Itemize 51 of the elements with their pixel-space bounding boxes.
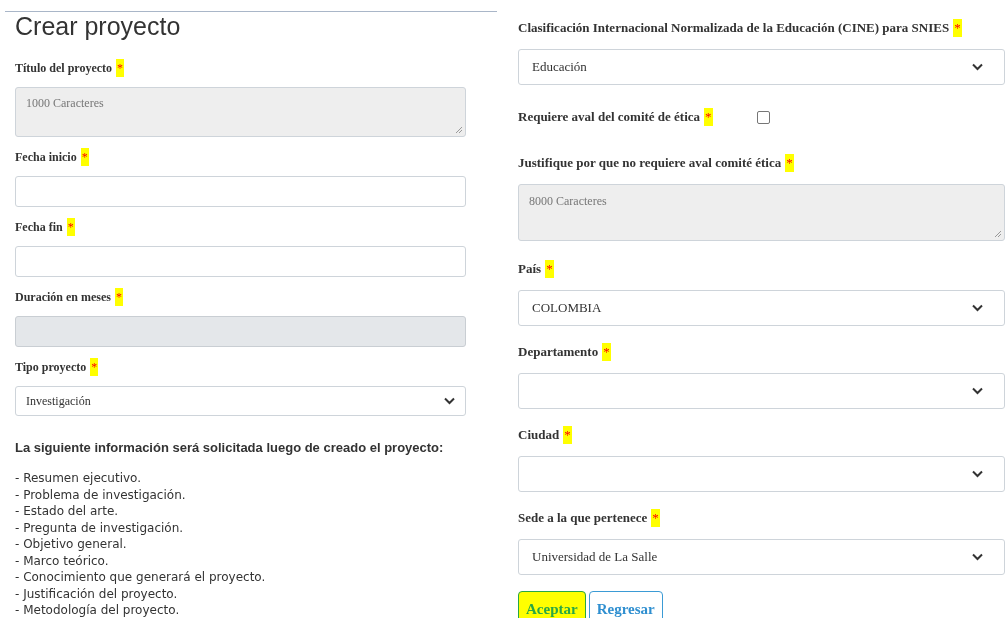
info-heading: La siguiente información será solicitada luego de creado el proyecto: [15,440,444,456]
field-label: Requiere aval del comité de ética [518,109,701,125]
select-dropdown[interactable]: Educación [518,49,1005,85]
chevron-down-icon [972,304,983,312]
chevron-down-icon [972,63,983,71]
required-asterisk: * [115,288,123,306]
field-label: Clasificación Internacional Normalizada de la Educación (CINE) para SNIES [518,20,950,36]
field-label: Fecha inicio [15,149,77,165]
info-list-item: - Problema de investigación. [15,486,187,503]
field-label: Fecha fin [15,219,63,235]
field-label: Título del proyecto [15,60,113,76]
select-dropdown[interactable]: Universidad de La Salle [518,539,1005,575]
info-list-item: - Pregunta de investigación. [15,519,185,536]
required-asterisk: * [602,343,611,361]
required-asterisk: * [563,426,572,444]
info-list-item: - Marco teórico. [15,552,110,569]
select-dropdown[interactable] [518,456,1005,492]
chevron-down-icon [444,397,455,405]
required-asterisk: * [785,154,794,172]
field-label: Tipo proyecto [15,359,87,375]
field-label: Duración en meses [15,289,111,305]
required-asterisk: * [704,108,713,126]
field-label: Departamento [518,344,599,360]
info-list-item: - Resumen ejecutivo. [15,470,143,487]
chevron-down-icon [972,553,983,561]
required-asterisk: * [953,19,962,37]
select-dropdown[interactable]: COLOMBIA [518,290,1005,326]
info-list-item: - Metodología del proyecto. [15,602,181,618]
select-dropdown[interactable]: Investigación [15,386,466,416]
field-label: Justifique por que no requiere aval comité ética [518,155,782,171]
required-asterisk: * [116,59,125,77]
input-field[interactable] [15,246,466,277]
field-label: País [518,261,542,277]
field-label: Sede a la que pertenece [518,510,648,526]
required-asterisk: * [545,260,554,278]
info-list-item: - Conocimiento que generará el proyecto. [15,569,267,586]
required-asterisk: * [80,148,89,166]
required-asterisk: * [90,358,99,376]
page-title: Crear proyecto [15,11,182,41]
select-dropdown[interactable] [518,373,1005,409]
required-asterisk: * [651,509,660,527]
input-field[interactable] [15,176,466,207]
checkbox[interactable] [756,110,770,124]
required-asterisk: * [66,218,75,236]
field-label: Ciudad [518,427,560,443]
back-button[interactable]: Regresar [588,591,663,618]
chevron-down-icon [972,470,983,478]
info-list-item: - Objetivo general. [15,536,128,553]
info-list-item: - Estado del arte. [15,503,120,520]
info-list-item: - Justificación del proyecto. [15,585,179,602]
chevron-down-icon [972,387,983,395]
